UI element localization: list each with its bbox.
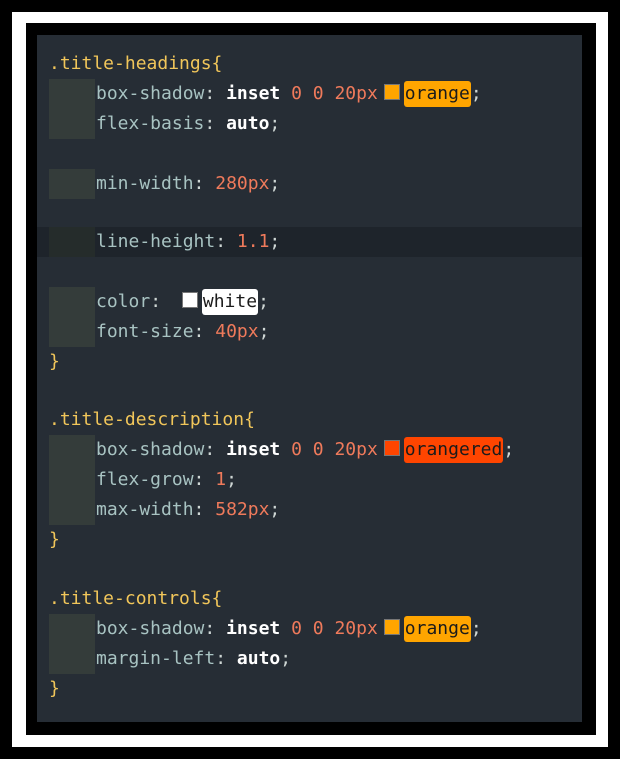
current-line[interactable]: line-height: 1.1;	[37, 227, 582, 257]
indent-guide	[49, 465, 95, 495]
rule-selector-line[interactable]: .title-controls{	[37, 584, 582, 614]
color-name: white	[201, 289, 259, 315]
declaration-line[interactable]: font-size: 40px;	[37, 317, 582, 347]
property-name: flex-grow	[96, 469, 194, 490]
declaration-line[interactable]: color: white;	[37, 287, 582, 317]
declaration-line[interactable]: box-shadow: inset 0 0 20px orange;	[37, 614, 582, 644]
declaration-line[interactable]: min-width: 280px;	[37, 169, 582, 199]
blank-line[interactable]	[37, 139, 582, 169]
value-numbers: 0 0 20px	[291, 83, 378, 104]
value-numbers: 0 0 20px	[291, 618, 378, 639]
value-keyword: auto	[236, 648, 281, 669]
indent-guide	[49, 614, 95, 644]
color-name: orange	[403, 616, 471, 642]
property-name: min-width	[96, 173, 194, 194]
value-number: 280px	[215, 173, 270, 194]
property-name: margin-left	[96, 648, 216, 669]
property-name: box-shadow	[96, 618, 205, 639]
value-keyword: inset	[226, 439, 281, 460]
rule-close-line[interactable]: }	[37, 347, 582, 377]
rule-selector-line[interactable]: .title-description{	[37, 405, 582, 435]
color-swatch-icon[interactable]	[181, 292, 198, 308]
rule-close-line[interactable]: }	[37, 525, 582, 555]
indent-guide	[49, 227, 95, 257]
value-keyword: inset	[226, 618, 281, 639]
blank-line[interactable]	[37, 199, 582, 229]
value-number: 1.1	[236, 231, 270, 252]
color-swatch-icon[interactable]	[383, 619, 400, 635]
property-name: color	[96, 291, 151, 312]
color-swatch-icon[interactable]	[383, 440, 400, 456]
indent-guide	[49, 287, 95, 317]
value-keyword: inset	[226, 83, 281, 104]
declaration-line[interactable]: flex-basis: auto;	[37, 109, 582, 139]
css-selector: .title-controls{	[49, 588, 223, 609]
declaration-line[interactable]: box-shadow: inset 0 0 20px orange;	[37, 79, 582, 109]
property-name: max-width	[96, 499, 194, 520]
property-name: font-size	[96, 321, 194, 342]
indent-guide	[49, 317, 95, 347]
property-name: box-shadow	[96, 439, 205, 460]
code-editor[interactable]: .title-headings{ box-shadow: inset 0 0 2…	[37, 35, 582, 722]
indent-guide	[49, 109, 95, 139]
declaration-line[interactable]: flex-grow: 1;	[37, 465, 582, 495]
property-name: flex-basis	[96, 113, 205, 134]
rule-selector-line[interactable]: .title-headings{	[37, 49, 582, 79]
closing-brace: }	[49, 529, 60, 550]
value-number: 40px	[215, 321, 259, 342]
declaration-line[interactable]: box-shadow: inset 0 0 20px orangered;	[37, 435, 582, 465]
indent-guide	[49, 495, 95, 525]
color-name: orange	[403, 81, 471, 107]
value-numbers: 0 0 20px	[291, 439, 378, 460]
declaration-line[interactable]: max-width: 582px;	[37, 495, 582, 525]
color-name: orangered	[403, 437, 504, 463]
indent-guide	[49, 79, 95, 109]
color-swatch-icon[interactable]	[383, 84, 400, 100]
value-keyword: auto	[226, 113, 270, 134]
closing-brace: }	[49, 678, 60, 699]
rule-close-line[interactable]: }	[37, 674, 582, 704]
indent-guide	[49, 644, 95, 674]
indent-guide	[49, 435, 95, 465]
property-name: line-height	[96, 231, 216, 252]
blank-line[interactable]	[37, 257, 582, 287]
value-number: 1	[215, 469, 227, 490]
css-selector: .title-description{	[49, 409, 255, 430]
value-number: 582px	[215, 499, 270, 520]
closing-brace: }	[49, 351, 60, 372]
property-name: box-shadow	[96, 83, 205, 104]
indent-guide	[49, 169, 95, 199]
css-selector: .title-headings{	[49, 53, 223, 74]
declaration-line[interactable]: margin-left: auto;	[37, 644, 582, 674]
